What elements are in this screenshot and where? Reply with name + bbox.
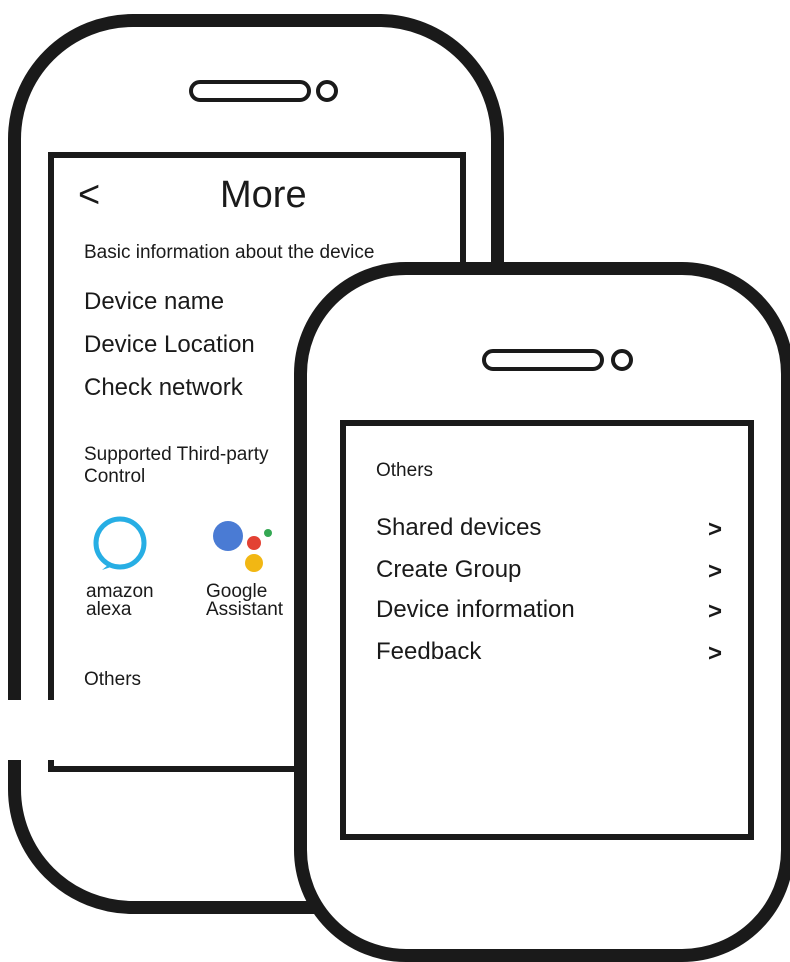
section-heading-others-back: Others <box>84 669 142 690</box>
chevron-right-icon[interactable]: > <box>708 515 722 545</box>
back-phone-cutoff <box>0 700 300 760</box>
menu-item-device-name[interactable]: Device name <box>84 287 224 317</box>
amazon-alexa-icon[interactable] <box>92 515 147 570</box>
back-phone-camera <box>316 80 338 102</box>
menu-item-shared-devices[interactable]: Shared devices <box>376 513 541 543</box>
section-heading-third-party-line2: Control <box>84 466 146 487</box>
section-heading-others-front: Others <box>376 460 434 481</box>
menu-item-feedback[interactable]: Feedback <box>376 637 481 667</box>
menu-item-check-network[interactable]: Check network <box>84 373 243 403</box>
front-phone-camera <box>611 349 633 371</box>
front-phone-speaker <box>482 349 604 371</box>
alexa-label-line2: alexa <box>86 599 132 620</box>
back-button[interactable]: < <box>78 170 108 220</box>
back-phone-speaker <box>189 80 311 102</box>
section-heading-basic-info: Basic information about the device <box>84 242 375 263</box>
front-phone-screen <box>340 420 754 840</box>
chevron-right-icon[interactable]: > <box>708 557 722 587</box>
section-heading-third-party-line1: Supported Third-party <box>84 444 269 465</box>
google-assistant-icon[interactable] <box>208 518 274 576</box>
menu-item-create-group[interactable]: Create Group <box>376 555 521 585</box>
menu-item-device-location[interactable]: Device Location <box>84 330 255 360</box>
chevron-right-icon[interactable]: > <box>708 597 722 627</box>
page-title: More <box>220 174 307 216</box>
menu-item-device-information[interactable]: Device information <box>376 595 575 625</box>
chevron-left-icon: < <box>78 174 101 216</box>
chevron-right-icon[interactable]: > <box>708 639 722 669</box>
google-assistant-label-line2: Assistant <box>206 599 284 620</box>
